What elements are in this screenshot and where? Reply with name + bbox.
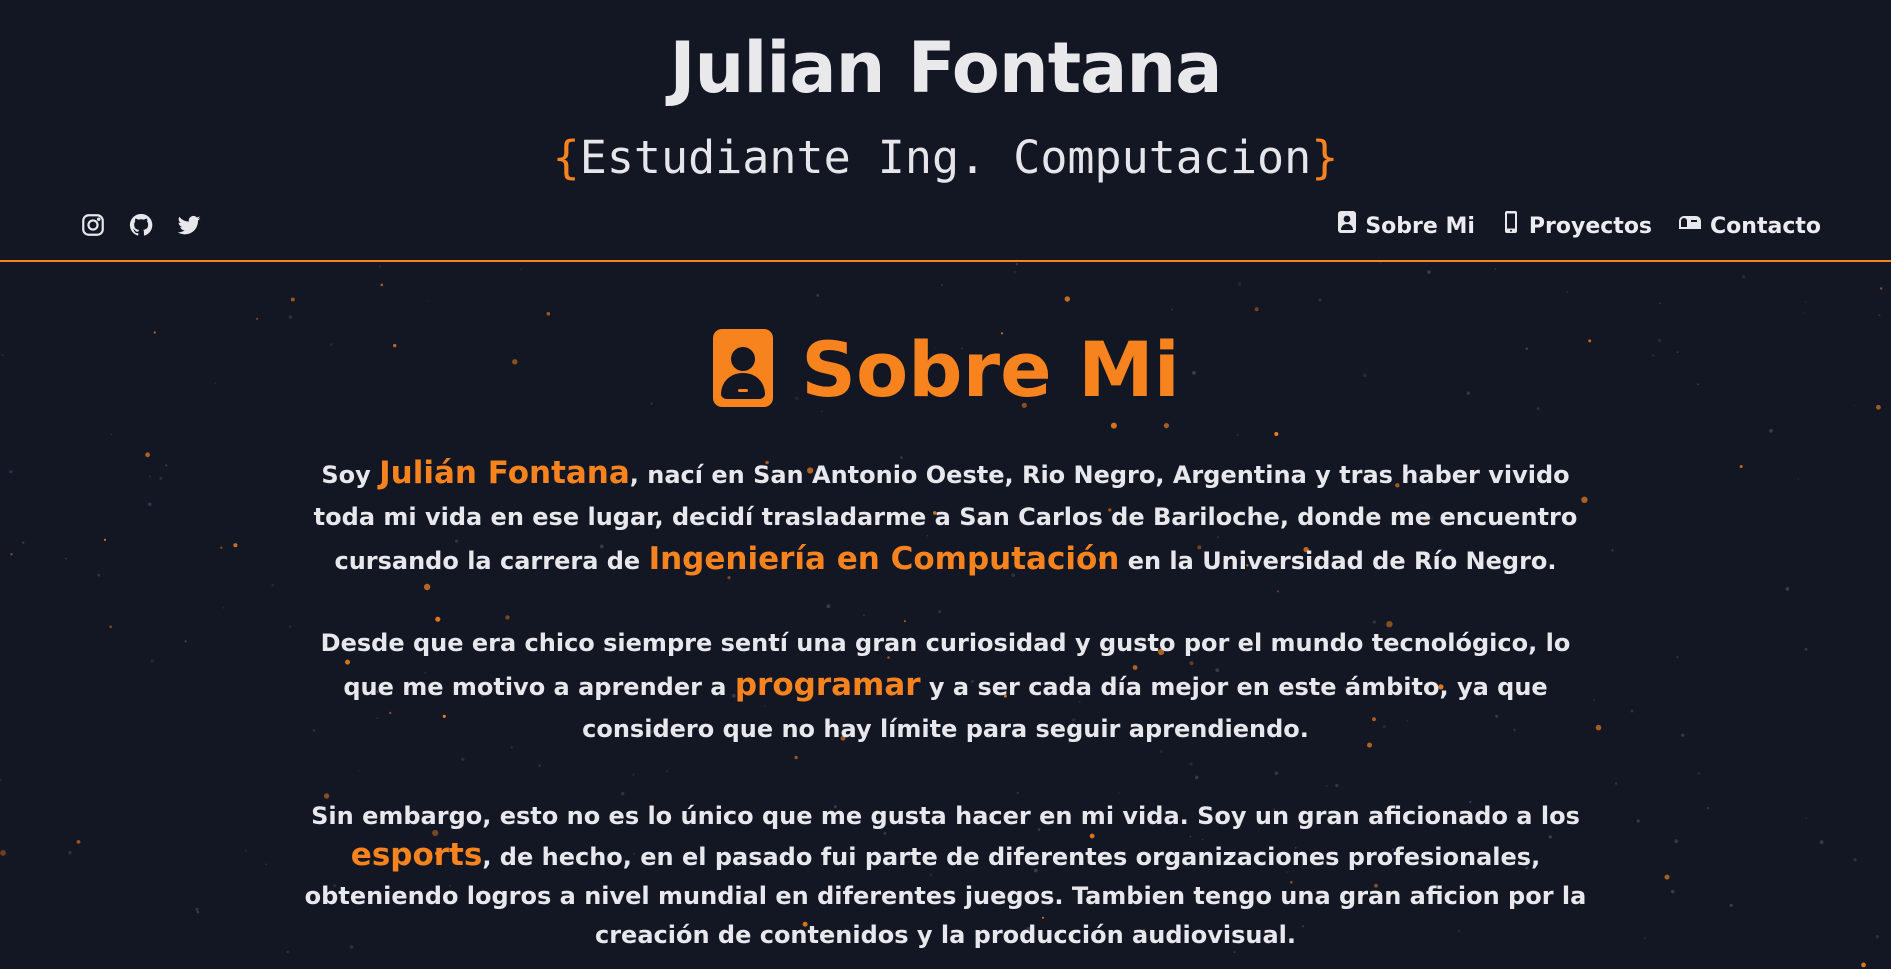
nav-item-sobre-mi[interactable]: Sobre Mi	[1337, 210, 1475, 243]
highlight-esports: esports	[350, 837, 483, 873]
section-heading: Sobre Mi	[0, 325, 1891, 415]
nav-label: Contacto	[1710, 213, 1821, 239]
phone-icon	[1501, 210, 1521, 243]
bio-paragraph-1: Soy Julián Fontana, nací en San Antonio …	[300, 452, 1591, 582]
mailbox-icon	[1678, 210, 1702, 243]
bio-paragraph-2: Desde que era chico siempre sentí una gr…	[300, 622, 1591, 750]
bio-paragraph-3: Sin embargo, esto no es lo único que me …	[300, 797, 1591, 955]
highlight-programar: programar	[734, 667, 921, 703]
twitter-icon[interactable]	[176, 212, 202, 238]
close-brace: }	[1311, 131, 1339, 184]
nav-item-proyectos[interactable]: Proyectos	[1501, 210, 1652, 243]
contact-card-icon	[1337, 210, 1357, 243]
open-brace: {	[552, 131, 580, 184]
github-icon[interactable]	[128, 212, 154, 238]
site-title: Julian Fontana	[669, 27, 1223, 109]
nav-item-contacto[interactable]: Contacto	[1678, 210, 1821, 243]
contact-card-icon	[711, 327, 775, 413]
about-section: Sobre Mi Soy Julián Fontana, nací en San…	[0, 262, 1891, 969]
highlight-career: Ingeniería en Computación	[648, 541, 1120, 577]
bio-text: Soy	[321, 461, 380, 489]
social-links	[80, 212, 202, 238]
instagram-icon[interactable]	[80, 212, 106, 238]
bio-text: en la Universidad de Río Negro.	[1119, 547, 1557, 575]
bio-text: , de hecho, en el pasado fui parte de di…	[304, 843, 1587, 949]
section-title: Sobre Mi	[801, 325, 1180, 414]
main-nav: Sobre Mi Proyectos Contacto	[1337, 210, 1821, 243]
nav-label: Sobre Mi	[1365, 213, 1475, 239]
bio-text: Sin embargo, esto no es lo único que me …	[311, 802, 1580, 830]
subtitle-text: Estudiante Ing. Computacion	[579, 131, 1312, 184]
highlight-name: Julián Fontana	[379, 455, 630, 491]
site-subtitle: {Estudiante Ing. Computacion}	[0, 130, 1891, 186]
site-header: Julian Fontana {Estudiante Ing. Computac…	[0, 0, 1891, 262]
nav-label: Proyectos	[1528, 213, 1653, 239]
